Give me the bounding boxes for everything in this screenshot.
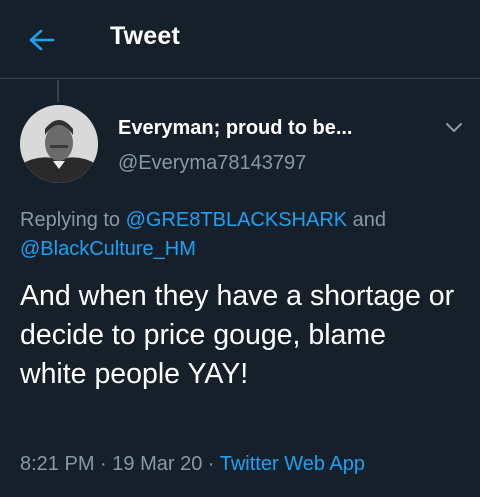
chevron-down-icon — [446, 123, 462, 132]
replying-to: Replying to @GRE8TBLACKSHARK and @BlackC… — [20, 206, 460, 264]
thread-line — [57, 80, 59, 102]
back-button[interactable] — [26, 24, 58, 56]
mention-link[interactable]: @BlackCulture_HM — [20, 238, 196, 260]
separator: · — [94, 453, 113, 475]
tweet-date: 19 Mar 20 — [112, 453, 203, 475]
user-handle[interactable]: @Everyma78143797 — [118, 152, 306, 175]
arrow-left-icon — [29, 29, 55, 51]
profile-photo — [20, 105, 98, 183]
replying-joiner: and — [347, 209, 387, 231]
top-bar: Tweet — [0, 0, 480, 79]
more-options-button[interactable] — [443, 118, 465, 138]
tweet-text: And when they have a shortage or decide … — [20, 280, 455, 390]
page-title: Tweet — [110, 22, 180, 50]
source-link[interactable]: Twitter Web App — [220, 453, 365, 475]
mention-link[interactable]: @GRE8TBLACKSHARK — [126, 209, 347, 231]
replying-prefix: Replying to — [20, 209, 126, 231]
display-name[interactable]: Everyman; proud to be... — [118, 117, 352, 140]
tweet-metadata: 8:21 PM · 19 Mar 20 · Twitter Web App — [20, 453, 365, 476]
avatar[interactable] — [20, 105, 98, 183]
separator: · — [202, 453, 220, 475]
tweet-time: 8:21 PM — [20, 453, 95, 475]
